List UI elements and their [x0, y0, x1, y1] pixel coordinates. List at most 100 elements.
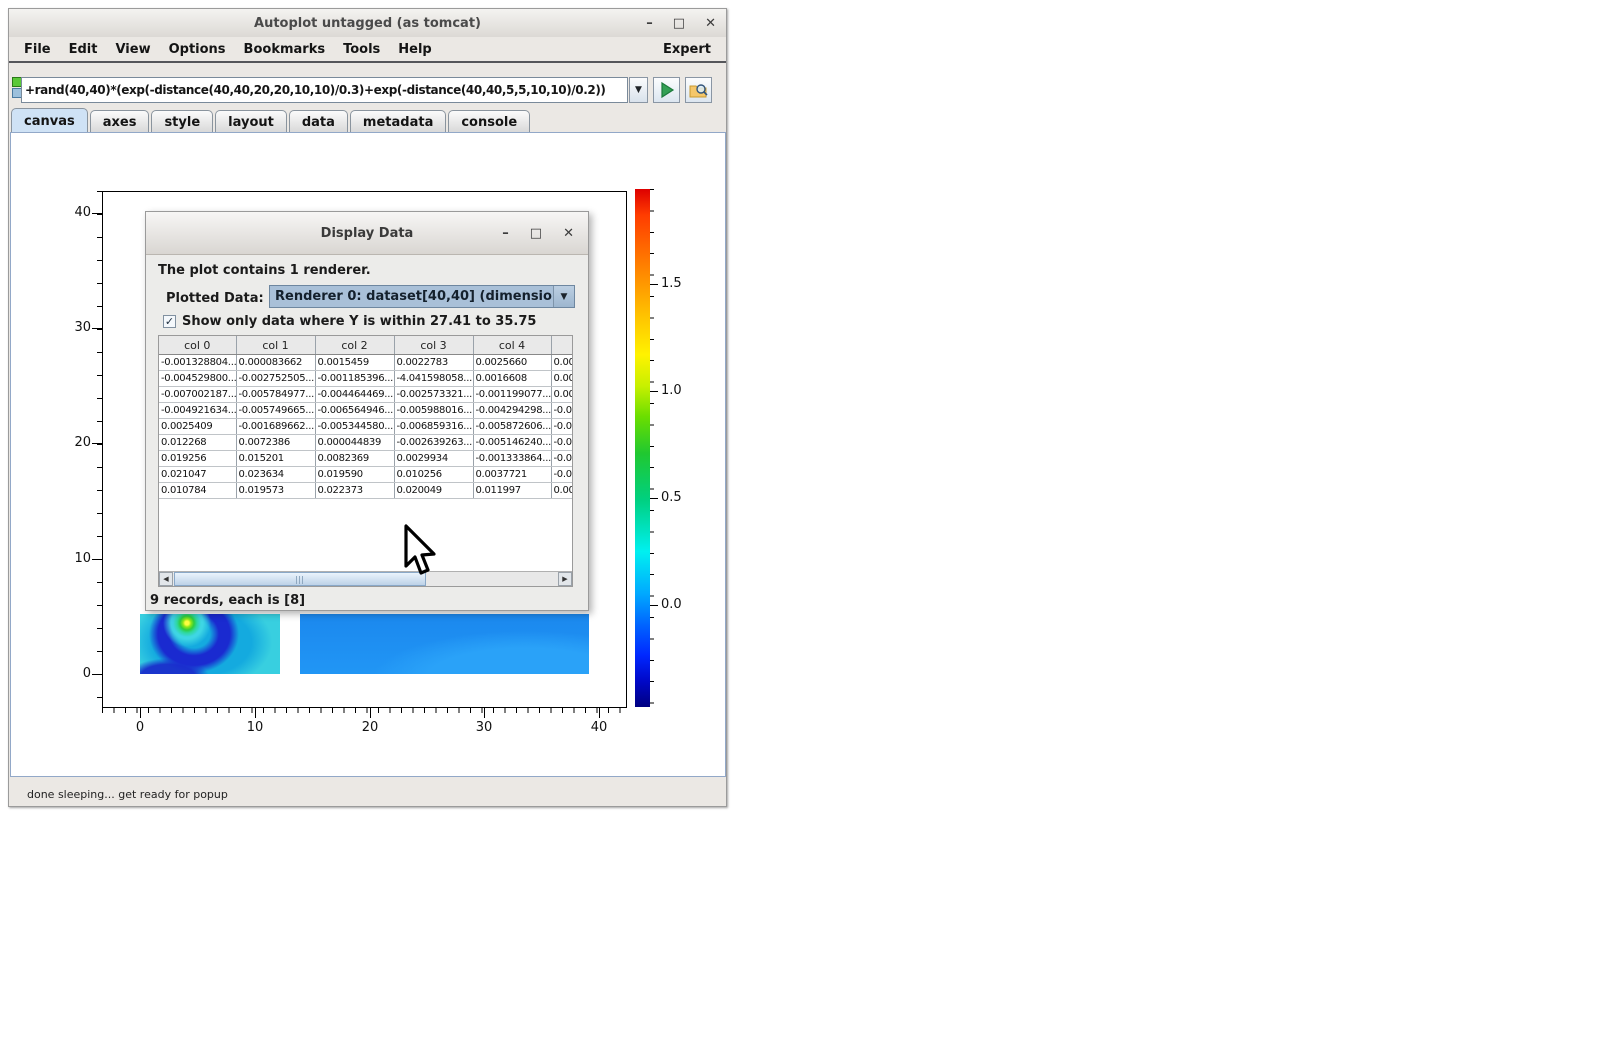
maximize-icon[interactable]: □ — [673, 17, 685, 30]
table-cell[interactable]: 0.022373 — [315, 483, 394, 499]
dialog-minimize-icon[interactable]: – — [502, 227, 509, 240]
table-cell[interactable]: 0.000044839 — [315, 435, 394, 451]
dialog-maximize-icon[interactable]: □ — [530, 227, 542, 240]
table-cell[interactable]: 0.000083662 — [236, 355, 315, 371]
table-cell[interactable]: -0.004464469... — [315, 387, 394, 403]
column-header[interactable]: col 4 — [473, 336, 551, 355]
table-cell[interactable]: 0.0015459 — [315, 355, 394, 371]
table-cell[interactable]: 0.015201 — [236, 451, 315, 467]
table-row[interactable]: -0.004529800... -0.002752505... -0.00118… — [159, 371, 573, 387]
table-cell[interactable]: 0.012268 — [159, 435, 236, 451]
table-cell[interactable]: 0.00 — [551, 387, 573, 403]
menu-help[interactable]: Help — [389, 42, 440, 57]
table-row[interactable]: 0.019256 0.015201 0.0082369 0.0029934 -0… — [159, 451, 573, 467]
table-cell[interactable]: 0.010784 — [159, 483, 236, 499]
table-cell[interactable]: -0.005344580... — [315, 419, 394, 435]
plotted-data-select[interactable]: Renderer 0: dataset[40,40] (dimension...… — [269, 285, 575, 308]
table-cell[interactable]: -0.004529800... — [159, 371, 236, 387]
table-cell[interactable]: 0.0016608 — [473, 371, 551, 387]
table-cell[interactable]: -0.0 — [551, 403, 573, 419]
table-cell[interactable]: -4.041598058... — [394, 371, 473, 387]
table-row[interactable]: -0.004921634... -0.005749665... -0.00656… — [159, 403, 573, 419]
menu-view[interactable]: View — [106, 42, 159, 57]
table-cell[interactable]: -0.007002187... — [159, 387, 236, 403]
tab-console[interactable]: console — [448, 110, 530, 132]
table-row[interactable]: 0.0025409 -0.001689662... -0.005344580..… — [159, 419, 573, 435]
menu-edit[interactable]: Edit — [60, 42, 107, 57]
column-header[interactable]: col 0 — [159, 336, 236, 355]
menu-tools[interactable]: Tools — [334, 42, 389, 57]
table-cell[interactable]: 0.023634 — [236, 467, 315, 483]
table-cell[interactable]: 0.00 — [551, 371, 573, 387]
table-cell[interactable]: 0.019590 — [315, 467, 394, 483]
table-cell[interactable]: 0.011997 — [473, 483, 551, 499]
table-cell[interactable]: -0.004921634... — [159, 403, 236, 419]
table-cell[interactable]: 0.010256 — [394, 467, 473, 483]
table-cell[interactable]: -0.001328804... — [159, 355, 236, 371]
table-cell[interactable]: -0.001199077... — [473, 387, 551, 403]
uri-dropdown-button[interactable]: ▼ — [629, 77, 648, 103]
column-header[interactable]: col 2 — [315, 336, 394, 355]
table-cell[interactable]: -0.004294298... — [473, 403, 551, 419]
menu-bookmarks[interactable]: Bookmarks — [235, 42, 335, 57]
menu-expert[interactable]: Expert — [654, 42, 720, 57]
table-cell[interactable]: -0.002573321... — [394, 387, 473, 403]
scrollbar-thumb[interactable] — [174, 572, 426, 586]
table-cell[interactable]: -0.0 — [551, 435, 573, 451]
table-row[interactable]: 0.010784 0.019573 0.022373 0.020049 0.01… — [159, 483, 573, 499]
scroll-left-button[interactable]: ◀ — [159, 572, 173, 586]
data-table-pane[interactable]: col 0 col 1 col 2 col 3 col 4 — [158, 335, 573, 587]
spectrogram-image-left[interactable] — [140, 614, 280, 674]
table-cell[interactable]: -0.006564946... — [315, 403, 394, 419]
table-cell[interactable]: -0.002639263... — [394, 435, 473, 451]
table-cell[interactable]: 0.00 — [551, 355, 573, 371]
column-header[interactable] — [551, 336, 573, 355]
table-cell[interactable]: 0.0029934 — [394, 451, 473, 467]
column-header[interactable]: col 1 — [236, 336, 315, 355]
table-cell[interactable]: -0.005988016... — [394, 403, 473, 419]
table-cell[interactable]: -0.0 — [551, 419, 573, 435]
plot-canvas[interactable]: 40 30 20 10 0 0 10 20 30 40 — [10, 132, 726, 777]
go-button[interactable] — [653, 77, 680, 103]
table-cell[interactable]: 0.0025660 — [473, 355, 551, 371]
table-cell[interactable]: -0.005872606... — [473, 419, 551, 435]
spectrogram-image-right[interactable] — [300, 614, 589, 674]
minimize-icon[interactable]: – — [646, 17, 653, 30]
table-cell[interactable]: -0.0 — [551, 467, 573, 483]
table-cell[interactable]: -0.006859316... — [394, 419, 473, 435]
y-filter-checkbox[interactable]: ✓ — [163, 315, 176, 328]
table-row[interactable]: -0.007002187... -0.005784977... -0.00446… — [159, 387, 573, 403]
uri-input[interactable] — [21, 77, 628, 103]
table-cell[interactable]: -0.001689662... — [236, 419, 315, 435]
horizontal-scrollbar[interactable]: ◀ ▶ — [159, 571, 572, 586]
tab-axes[interactable]: axes — [90, 110, 150, 132]
column-header[interactable]: col 3 — [394, 336, 473, 355]
menu-options[interactable]: Options — [160, 42, 235, 57]
table-cell[interactable]: 0.0025409 — [159, 419, 236, 435]
tab-layout[interactable]: layout — [215, 110, 287, 132]
table-cell[interactable]: -0.002752505... — [236, 371, 315, 387]
close-icon[interactable]: ✕ — [705, 17, 716, 30]
dialog-titlebar[interactable]: Display Data – □ ✕ — [146, 212, 588, 255]
tab-metadata[interactable]: metadata — [350, 110, 446, 132]
tab-canvas[interactable]: canvas — [11, 108, 88, 132]
table-cell[interactable]: 0.019256 — [159, 451, 236, 467]
tab-style[interactable]: style — [151, 110, 213, 132]
table-row[interactable]: 0.012268 0.0072386 0.000044839 -0.002639… — [159, 435, 573, 451]
table-cell[interactable]: 0.021047 — [159, 467, 236, 483]
table-cell[interactable]: -0.001333864... — [473, 451, 551, 467]
table-cell[interactable]: -0.005749665... — [236, 403, 315, 419]
table-cell[interactable]: -0.005146240... — [473, 435, 551, 451]
table-row[interactable]: -0.001328804... 0.000083662 0.0015459 0.… — [159, 355, 573, 371]
table-cell[interactable]: 0.0022783 — [394, 355, 473, 371]
window-titlebar[interactable]: Autoplot untagged (as tomcat) – □ ✕ — [9, 9, 726, 38]
table-cell[interactable]: 0.019573 — [236, 483, 315, 499]
table-cell[interactable]: 0.0037721 — [473, 467, 551, 483]
table-cell[interactable]: 0.020049 — [394, 483, 473, 499]
menu-file[interactable]: File — [15, 42, 60, 57]
table-row[interactable]: 0.021047 0.023634 0.019590 0.010256 0.00… — [159, 467, 573, 483]
table-cell[interactable]: -0.0 — [551, 451, 573, 467]
scroll-right-button[interactable]: ▶ — [558, 572, 572, 586]
colorbar[interactable] — [635, 189, 650, 707]
inspect-uri-button[interactable] — [685, 77, 712, 103]
